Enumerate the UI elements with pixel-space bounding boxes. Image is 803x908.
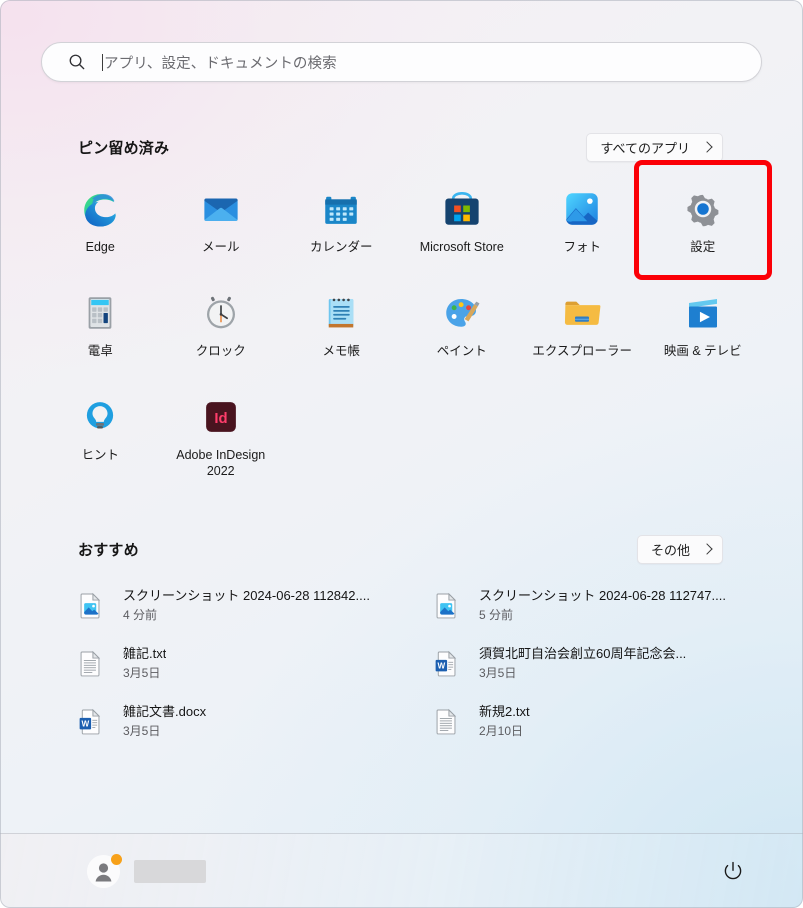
power-icon: [724, 861, 742, 880]
pinned-app-ペイント[interactable]: ペイント: [402, 276, 523, 380]
clock-icon: [200, 292, 242, 334]
file-explorer-icon: [561, 292, 603, 334]
pinned-app-label: エクスプローラー: [532, 344, 633, 358]
notepad-icon: [320, 292, 362, 334]
pinned-app-label: メモ帳: [322, 344, 360, 358]
text-file-icon: [76, 649, 123, 678]
recommended-item-subtitle: 3月5日: [123, 666, 161, 680]
recommended-item-name: 雑記.txt: [123, 646, 167, 661]
image-file-icon: [76, 591, 123, 620]
movies-tv-icon: [682, 292, 724, 334]
pinned-app-電卓[interactable]: 電卓: [40, 276, 161, 380]
start-menu: アプリ、設定、ドキュメントの検索 ピン留め済み すべてのアプリ Edge メール: [0, 0, 803, 908]
pinned-apps-grid: Edge メール カレンダー Microsoft Store フォト 設定 電卓…: [40, 160, 772, 484]
pinned-app-Adobe InDesign[interactable]: Id Adobe InDesign 2022: [161, 380, 282, 484]
pinned-app-カレンダー[interactable]: カレンダー: [281, 172, 402, 276]
more-label: その他: [650, 542, 690, 558]
user-account-button[interactable]: [80, 848, 218, 895]
start-menu-footer: [0, 833, 803, 908]
settings-gear-icon: [682, 188, 724, 230]
search-caret: [102, 53, 103, 71]
pinned-app-label: フォト: [563, 240, 601, 254]
chevron-right-icon: [701, 141, 713, 153]
pinned-app-label: 設定: [690, 240, 716, 254]
pinned-app-label: 電卓: [87, 344, 113, 358]
svg-text:W: W: [438, 661, 446, 670]
pinned-app-映画 & テレビ[interactable]: 映画 & テレビ: [643, 276, 764, 380]
recommended-item[interactable]: 雑記.txt 3月5日: [62, 634, 396, 692]
recommended-item-subtitle: 4 分前: [123, 608, 158, 622]
pinned-app-設定[interactable]: 設定: [633, 160, 772, 280]
pinned-app-label: Adobe InDesign 2022: [176, 448, 266, 478]
chevron-right-icon: [701, 543, 713, 555]
recommended-section-header: おすすめ その他: [78, 534, 723, 564]
account-status-badge: [111, 853, 122, 865]
pinned-app-メール[interactable]: メール: [161, 172, 282, 276]
calendar-icon: [320, 188, 362, 230]
calculator-icon: [79, 292, 121, 334]
recommended-item[interactable]: スクリーンショット 2024-06-28 112747.... 5 分前: [418, 576, 752, 634]
recommended-list: スクリーンショット 2024-06-28 112842.... 4 分前 スクリー…: [62, 576, 752, 750]
recommended-item-name: 雑記文書.docx: [123, 704, 207, 719]
recommended-item-subtitle: 2月10日: [479, 724, 524, 738]
recommended-item-subtitle: 3月5日: [479, 666, 517, 680]
pinned-app-label: ヒント: [81, 448, 119, 462]
pinned-app-label: ペイント: [436, 344, 487, 358]
pinned-app-エクスプローラー[interactable]: エクスプローラー: [522, 276, 643, 380]
svg-text:W: W: [82, 719, 90, 728]
recommended-item-name: スクリーンショット 2024-06-28 112747....: [479, 588, 726, 603]
mail-icon: [200, 188, 242, 230]
all-apps-label: すべてのアプリ: [600, 140, 690, 156]
pinned-section-header: ピン留め済み すべてのアプリ: [78, 132, 723, 162]
pinned-app-label: カレンダー: [309, 240, 373, 254]
search-placeholder: アプリ、設定、ドキュメントの検索: [104, 55, 337, 72]
power-button[interactable]: [713, 851, 753, 891]
more-button[interactable]: その他: [636, 534, 723, 564]
recommended-item[interactable]: スクリーンショット 2024-06-28 112842.... 4 分前: [62, 576, 396, 634]
recommended-item[interactable]: 新規2.txt 2月10日: [418, 692, 752, 750]
pinned-app-label: クロック: [195, 344, 246, 358]
pinned-app-フォト[interactable]: フォト: [522, 172, 643, 276]
paint-palette-icon: [441, 292, 483, 334]
search-bar[interactable]: アプリ、設定、ドキュメントの検索: [41, 42, 762, 82]
pinned-app-Microsoft Store[interactable]: Microsoft Store: [402, 172, 523, 276]
image-file-icon: [432, 591, 479, 620]
text-file-icon: [432, 707, 479, 736]
username-redacted: [134, 859, 206, 883]
recommended-item[interactable]: W 須賀北町自治会創立60周年記念会... 3月5日: [418, 634, 752, 692]
svg-text:Id: Id: [214, 411, 227, 427]
recommended-item-name: 須賀北町自治会創立60周年記念会...: [479, 646, 687, 661]
recommended-title: おすすめ: [78, 541, 139, 559]
pinned-title: ピン留め済み: [78, 139, 170, 157]
recommended-item-name: 新規2.txt: [479, 704, 530, 719]
all-apps-button[interactable]: すべてのアプリ: [586, 132, 723, 162]
pinned-app-Edge[interactable]: Edge: [40, 172, 161, 276]
recommended-item[interactable]: W 雑記文書.docx 3月5日: [62, 692, 396, 750]
recommended-item-subtitle: 3月5日: [123, 724, 161, 738]
search-input[interactable]: アプリ、設定、ドキュメントの検索: [41, 42, 762, 82]
recommended-item-subtitle: 5 分前: [479, 608, 514, 622]
search-icon: [69, 54, 85, 70]
photos-icon: [561, 188, 603, 230]
pinned-app-label: メール: [201, 240, 240, 254]
recommended-item-name: スクリーンショット 2024-06-28 112842....: [123, 588, 370, 603]
pinned-app-ヒント[interactable]: ヒント: [40, 380, 161, 484]
pinned-app-クロック[interactable]: クロック: [161, 276, 282, 380]
adobe-indesign-icon: Id: [200, 396, 242, 438]
word-file-icon: W: [432, 649, 479, 678]
microsoft-store-icon: [441, 188, 483, 230]
tips-lightbulb-icon: [79, 396, 121, 438]
avatar: [87, 853, 122, 888]
pinned-app-メモ帳[interactable]: メモ帳: [281, 276, 402, 380]
pinned-app-label: 映画 & テレビ: [663, 344, 742, 358]
word-file-icon: W: [76, 707, 123, 736]
edge-icon: [79, 188, 121, 230]
pinned-app-label: Edge: [85, 240, 115, 254]
pinned-app-label: Microsoft Store: [419, 240, 504, 254]
